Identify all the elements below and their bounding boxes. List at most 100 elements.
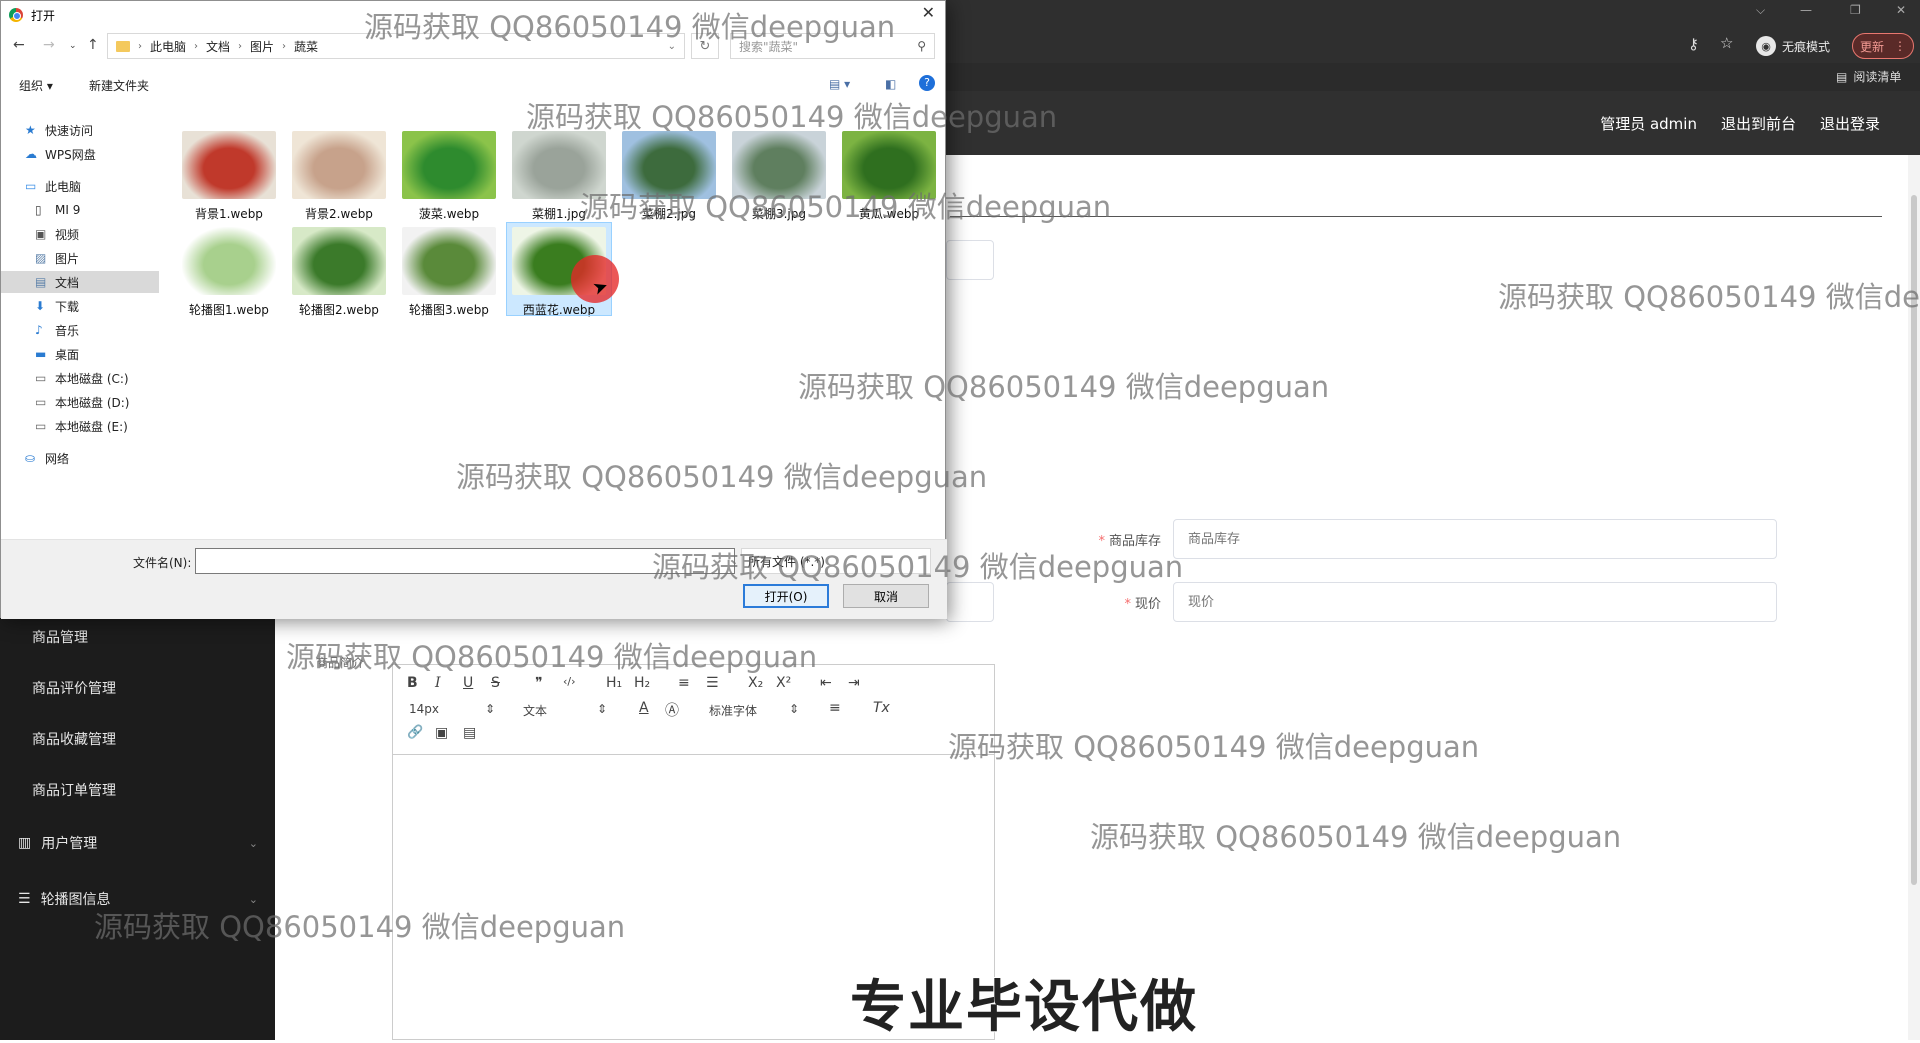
view-options-icon[interactable]: ▤ ▾ (829, 77, 850, 91)
refresh-button[interactable]: ↻ (691, 33, 719, 59)
address-bar[interactable]: › 此电脑 › 文档 › 图片 › 蔬菜 ⌄ (107, 33, 685, 59)
clear-format-button[interactable]: Tx (873, 700, 890, 716)
tree-item[interactable]: ▨ 图片 (1, 247, 159, 269)
close-icon[interactable]: ✕ (1896, 3, 1906, 17)
file-item[interactable]: 菠菜.webp (397, 127, 501, 221)
bold-button[interactable]: B (407, 675, 418, 691)
chevron-down-icon[interactable]: ⌵ (1756, 3, 1765, 18)
key-icon[interactable]: ⚷ (1688, 35, 1699, 53)
align-button[interactable]: ≡ (829, 700, 841, 716)
restore-icon[interactable]: ❐ (1850, 3, 1861, 17)
star-icon[interactable]: ☆ (1720, 34, 1733, 52)
sidebar-item-goods-favorite[interactable]: 商品收藏管理 (32, 729, 116, 749)
h1-button[interactable]: H₁ (606, 675, 622, 691)
reading-list-button[interactable]: ▤ 阅读清单 (1836, 68, 1901, 85)
sidebar-item-goods[interactable]: 商品管理 (32, 627, 88, 647)
help-icon[interactable]: ? (919, 75, 935, 91)
incognito-icon: ◉ (1756, 36, 1776, 56)
file-item[interactable]: 背景1.webp (177, 127, 281, 221)
underline-button[interactable]: U (463, 675, 473, 691)
tree-item-label: 快速访问 (45, 123, 94, 138)
code-button[interactable]: ‹/› (563, 675, 576, 688)
italic-button[interactable]: I (435, 675, 441, 691)
superscript-button[interactable]: X² (776, 675, 791, 691)
file-item[interactable]: 背景2.webp (287, 127, 391, 221)
file-item[interactable]: 轮播图2.webp (287, 223, 391, 317)
font-color-button[interactable]: A (639, 700, 649, 716)
font-family-select[interactable]: 标准字体 ⇕ (709, 702, 799, 719)
sidebar-group-carousel[interactable]: ☰ 轮播图信息 ⌄ (18, 889, 258, 909)
sidebar-item-goods-order[interactable]: 商品订单管理 (32, 780, 116, 800)
logout-link[interactable]: 退出登录 (1820, 113, 1880, 134)
tree-item[interactable]: ⛀ 网络 (1, 447, 159, 469)
search-input[interactable]: 搜索"蔬菜" ⚲ (730, 33, 935, 59)
sidebar-group-users[interactable]: ▥ 用户管理 ⌄ (18, 833, 258, 853)
indent-button[interactable]: ⇥ (848, 675, 860, 691)
page-scrollbar[interactable] (1908, 155, 1920, 1040)
tree-item[interactable]: ▭ 本地磁盘 (C:) (1, 367, 159, 389)
breadcrumb-item[interactable]: 蔬菜 (294, 38, 318, 55)
subscript-button[interactable]: X₂ (748, 675, 763, 691)
link-button[interactable]: 🔗 (407, 725, 423, 740)
breadcrumb-item[interactable]: 图片 (250, 38, 274, 55)
cancel-button[interactable]: 取消 (843, 584, 929, 608)
forward-arrow-icon[interactable]: → (43, 37, 55, 53)
breadcrumb-item[interactable]: 文档 (206, 38, 230, 55)
tree-item[interactable]: ☁ WPS网盘 (1, 143, 159, 165)
tree-item[interactable]: ▬ 桌面 (1, 343, 159, 365)
cloud-icon: ☁ (25, 147, 37, 161)
tree-item[interactable]: ▣ 视频 (1, 223, 159, 245)
incognito-badge[interactable]: ◉ 无痕模式 (1756, 35, 1830, 57)
new-folder-button[interactable]: 新建文件夹 (89, 77, 149, 94)
tree-item[interactable]: ⬇ 下载 (1, 295, 159, 317)
reading-list-icon: ▤ (1836, 69, 1848, 84)
close-icon[interactable]: ✕ (922, 3, 935, 22)
file-item[interactable]: 菜棚3.jpg (727, 127, 831, 221)
background-color-button[interactable]: Ⓐ (665, 700, 679, 720)
recent-dropdown-icon[interactable]: ⌄ (69, 41, 77, 51)
preview-pane-icon[interactable]: ◧ (885, 77, 896, 91)
organize-button[interactable]: 组织 ▾ (19, 77, 53, 94)
drive-icon: ▭ (35, 419, 47, 433)
tree-item[interactable]: ▤ 文档 (1, 271, 159, 293)
file-item[interactable]: 轮播图1.webp (177, 223, 281, 317)
breadcrumb-item[interactable]: 此电脑 (150, 38, 186, 55)
file-item[interactable]: 轮播图3.webp (397, 223, 501, 317)
exit-front-link[interactable]: 退出到前台 (1721, 113, 1796, 134)
file-item[interactable]: 黄瓜.webp (837, 127, 941, 221)
strike-button[interactable]: S (491, 675, 500, 691)
tree-item[interactable]: ▭ 本地磁盘 (E:) (1, 415, 159, 437)
file-item[interactable]: 菜棚1.jpg (507, 127, 611, 221)
scrollbar-thumb[interactable] (1911, 195, 1917, 885)
h2-button[interactable]: H₂ (634, 675, 650, 691)
font-size-select[interactable]: 14px ⇕ (409, 702, 495, 716)
tree-item[interactable]: ♪ 音乐 (1, 319, 159, 341)
sidebar-item-goods-review[interactable]: 商品评价管理 (32, 678, 116, 698)
ordered-list-button[interactable]: ≡ (678, 675, 690, 691)
partial-input[interactable] (946, 240, 994, 280)
price-input[interactable] (1173, 582, 1777, 622)
watermark: 源码获取 QQ86050149 微信deepguan (1090, 820, 1622, 854)
filename-input[interactable] (195, 548, 735, 574)
text-type-select[interactable]: 文本 ⇕ (523, 702, 607, 719)
bullet-list-button[interactable]: ☰ (706, 675, 719, 691)
up-arrow-icon[interactable]: ↑ (87, 37, 99, 53)
tree-item[interactable]: ▯ MI 9 (1, 199, 159, 221)
tree-item[interactable]: ▭ 本地磁盘 (D:) (1, 391, 159, 413)
quote-button[interactable]: ❞ (535, 675, 543, 691)
video-button[interactable]: ▤ (463, 725, 476, 741)
tree-item[interactable]: ▭ 此电脑 (1, 175, 159, 197)
tree-item[interactable]: ★ 快速访问 (1, 119, 159, 141)
open-button[interactable]: 打开(O) (743, 584, 829, 608)
stock-input[interactable] (1173, 519, 1777, 559)
outdent-button[interactable]: ⇤ (820, 675, 832, 691)
minimize-icon[interactable]: — (1800, 3, 1812, 17)
partial-input[interactable] (946, 582, 994, 622)
image-button[interactable]: ▣ (435, 725, 448, 741)
file-item[interactable]: 菜棚2.jpg (617, 127, 721, 221)
tree-item-label: 视频 (55, 227, 80, 242)
update-button[interactable]: 更新 ⋮ (1852, 33, 1914, 59)
back-arrow-icon[interactable]: ← (13, 37, 25, 53)
file-type-select[interactable]: 所有文件 (*.*) (741, 548, 931, 574)
chevron-down-icon[interactable]: ⌄ (668, 41, 676, 52)
